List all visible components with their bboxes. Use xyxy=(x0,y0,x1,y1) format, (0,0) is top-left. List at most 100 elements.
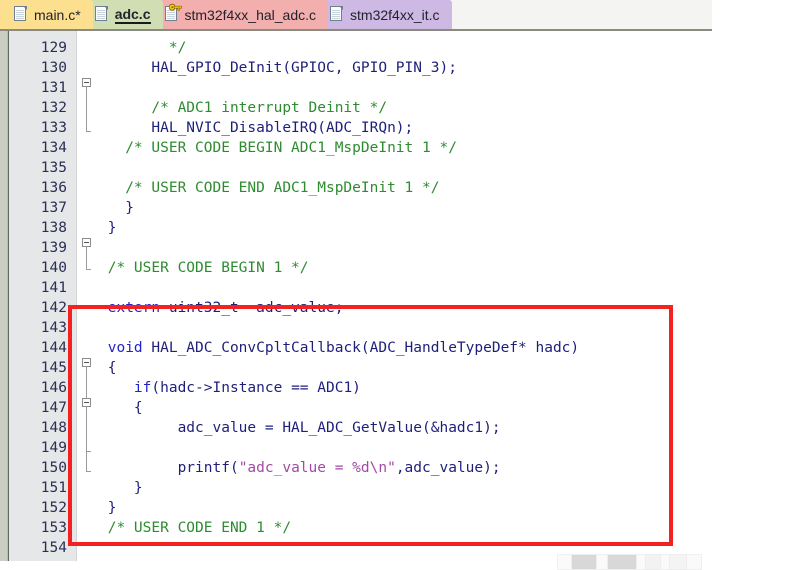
code-line[interactable]: extern uint32_t adc_value; xyxy=(99,298,344,318)
fold-guide-foot xyxy=(86,471,91,472)
line-number-gutter[interactable]: 129 130 131 132 133 134 135 136 137 138 139 140 141 1… xyxy=(9,31,77,561)
code-token: /* USER CODE BEGIN ADC1_MspDeInit 1 */ xyxy=(99,140,457,156)
code-line[interactable]: { xyxy=(99,398,143,418)
tab-stm32f4xx-it-c[interactable]: stm32f4xx_it.c xyxy=(311,0,452,29)
code-line[interactable]: /* USER CODE BEGIN ADC1_MspDeInit 1 */ xyxy=(99,138,457,158)
fold-toggle-icon[interactable] xyxy=(82,398,91,407)
code-line[interactable]: adc_value = HAL_ADC_GetValue(&hadc1); xyxy=(99,418,501,438)
tab-label: stm32f4xx_it.c xyxy=(350,6,440,23)
tab-label: main.c* xyxy=(34,6,81,23)
code-editor[interactable]: 129 130 131 132 133 134 135 136 137 138 139 140 141 1… xyxy=(8,31,803,570)
line-number: 144 xyxy=(40,340,67,356)
code-line[interactable]: /* USER CODE END ADC1_MspDeInit 1 */ xyxy=(99,178,439,198)
scrollbar-segment[interactable] xyxy=(645,554,661,570)
code-line[interactable]: HAL_GPIO_DeInit(GPIOC, GPIO_PIN_3); xyxy=(99,58,457,78)
code-token: { xyxy=(99,400,143,416)
tab-adc-c[interactable]: adc.c xyxy=(75,0,163,29)
editor-left-margin-strip xyxy=(0,31,8,561)
code-token: HAL_NVIC_DisableIRQ(ADC_IRQn); xyxy=(99,120,414,136)
code-line[interactable]: } xyxy=(99,198,134,218)
fold-toggle-icon[interactable] xyxy=(82,358,91,367)
scrollbar-thumb[interactable] xyxy=(571,554,597,570)
line-number: 153 xyxy=(40,520,67,536)
line-number: 129 xyxy=(40,40,67,56)
code-line[interactable]: } xyxy=(99,478,143,498)
line-number: 136 xyxy=(40,180,67,196)
line-number: 135 xyxy=(40,160,67,176)
fold-toggle-icon[interactable] xyxy=(82,78,91,87)
document-key-icon xyxy=(164,3,182,23)
code-token: (hadc->Instance == ADC1) xyxy=(151,380,361,396)
line-number: 132 xyxy=(40,100,67,116)
tab-main-c[interactable]: main.c* xyxy=(0,0,93,29)
document-icon xyxy=(330,6,344,23)
fold-guide-foot xyxy=(86,131,91,132)
tab-label: adc.c xyxy=(114,5,151,24)
editor-tab-bar: main.c* adc.c stm32f4xx_hal_adc.c stm32f4xx… xyxy=(0,0,712,31)
code-folding-column[interactable] xyxy=(78,31,99,561)
code-token: ,adc_value); xyxy=(395,460,501,476)
code-line[interactable]: } xyxy=(99,498,117,518)
code-line[interactable]: { xyxy=(99,358,117,378)
line-number: 154 xyxy=(40,540,67,556)
code-token: /* USER CODE END ADC1_MspDeInit 1 */ xyxy=(99,180,440,196)
code-token: /* USER CODE BEGIN 1 */ xyxy=(99,260,309,276)
line-number: 146 xyxy=(40,380,67,396)
code-token: extern xyxy=(99,300,161,316)
code-line[interactable]: if(hadc->Instance == ADC1) xyxy=(99,378,361,398)
code-line[interactable]: */ xyxy=(99,38,186,58)
line-number: 150 xyxy=(40,460,67,476)
code-token: printf( xyxy=(99,460,239,476)
line-number: 141 xyxy=(40,280,67,296)
scrollbar-thumb[interactable] xyxy=(607,554,637,570)
scrollbar-segment[interactable] xyxy=(669,554,687,570)
code-token: /* ADC1 interrupt Deinit */ xyxy=(99,100,388,116)
line-number: 134 xyxy=(40,140,67,156)
document-icon xyxy=(94,6,109,23)
code-token: if xyxy=(133,380,152,396)
code-token: HAL_ADC_ConvCpltCallback(ADC_HandleTypeD… xyxy=(142,340,580,356)
code-line[interactable]: } xyxy=(99,218,117,238)
line-number: 131 xyxy=(40,80,67,96)
document-icon xyxy=(14,6,28,23)
fold-guide-foot xyxy=(86,451,91,452)
line-number: 145 xyxy=(40,360,67,376)
fold-guide-foot xyxy=(86,269,91,270)
code-line[interactable]: /* ADC1 interrupt Deinit */ xyxy=(99,98,387,118)
fold-guide-line xyxy=(86,87,87,131)
line-number: 133 xyxy=(40,120,67,136)
code-text-area[interactable]: */ HAL_GPIO_DeInit(GPIOC, GPIO_PIN_3); /… xyxy=(99,31,803,561)
fold-guide-line xyxy=(86,407,87,451)
fold-guide-line xyxy=(86,247,87,269)
line-number: 140 xyxy=(40,260,67,276)
code-line[interactable]: /* USER CODE BEGIN 1 */ xyxy=(99,258,309,278)
code-token: */ xyxy=(99,40,187,56)
code-token: /* USER CODE END 1 */ xyxy=(99,520,292,536)
code-token: } xyxy=(99,480,143,496)
tab-label: stm32f4xx_hal_adc.c xyxy=(184,6,317,23)
code-token: adc_value = HAL_ADC_GetValue(&hadc1); xyxy=(99,420,501,436)
line-number: 147 xyxy=(40,400,67,416)
code-token: } xyxy=(99,500,117,516)
tab-stm32f4xx-hal-adc-c[interactable]: stm32f4xx_hal_adc.c xyxy=(145,0,329,29)
line-number: 138 xyxy=(40,220,67,236)
code-line[interactable]: printf("adc_value = %d\n",adc_value); xyxy=(99,458,501,478)
key-icon xyxy=(168,3,182,11)
code-token: } xyxy=(99,220,117,236)
code-token: uint32_t adc_value; xyxy=(160,300,344,316)
line-number: 148 xyxy=(40,420,67,436)
code-line[interactable]: void HAL_ADC_ConvCpltCallback(ADC_Handle… xyxy=(99,338,579,358)
line-number: 152 xyxy=(40,500,67,516)
code-line[interactable]: HAL_NVIC_DisableIRQ(ADC_IRQn); xyxy=(99,118,413,138)
line-number: 130 xyxy=(40,60,67,76)
code-line[interactable]: /* USER CODE END 1 */ xyxy=(99,518,291,538)
fold-toggle-icon[interactable] xyxy=(82,238,91,247)
code-token: void xyxy=(99,340,143,356)
line-number: 151 xyxy=(40,480,67,496)
tab-strip: main.c* adc.c stm32f4xx_hal_adc.c stm32f4xx… xyxy=(0,0,452,29)
code-token: "adc_value = %d\n" xyxy=(238,460,396,476)
horizontal-scrollbar[interactable] xyxy=(557,554,702,570)
line-number: 142 xyxy=(40,300,67,316)
line-number: 143 xyxy=(40,320,67,336)
